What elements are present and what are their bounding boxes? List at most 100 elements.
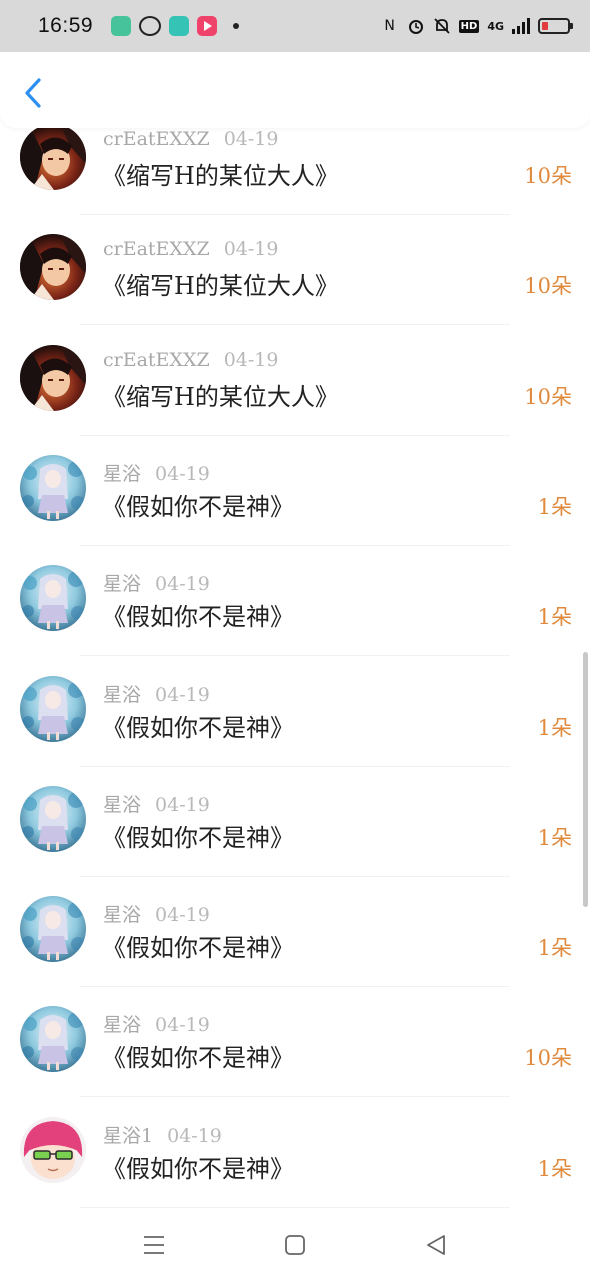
list-item[interactable]: crEatEXXZ 04-19 《缩写H的某位大人》 10朵 (0, 228, 590, 338)
work-title[interactable]: 《假如你不是神》 (102, 1038, 294, 1073)
divider (80, 876, 510, 877)
avatar-image (20, 124, 86, 190)
more-notifications-dot-icon (233, 23, 240, 29)
divider (80, 435, 510, 436)
avatar-image (20, 896, 86, 962)
username[interactable]: crEatEXXZ (103, 128, 210, 150)
username[interactable]: crEatEXXZ (103, 238, 210, 260)
divider (80, 655, 510, 656)
list-item[interactable]: 星浴 04-19 《假如你不是神》 1朵 (0, 449, 590, 559)
work-title[interactable]: 《假如你不是神》 (102, 708, 294, 743)
work-title[interactable]: 《假如你不是神》 (102, 818, 294, 853)
work-title[interactable]: 《缩写H的某位大人》 (102, 266, 339, 301)
work-title[interactable]: 《假如你不是神》 (102, 928, 294, 963)
status-time: 16:59 (38, 14, 94, 37)
avatar[interactable] (20, 565, 86, 631)
avatar[interactable] (20, 1117, 86, 1183)
scrollbar[interactable] (583, 652, 588, 907)
row-user-line: 星浴 04-19 (103, 680, 210, 707)
notification-icons (111, 16, 240, 36)
username[interactable]: 星浴 (103, 1014, 141, 1036)
home-button[interactable] (275, 1228, 315, 1262)
triangle-back-icon (427, 1235, 445, 1255)
video-notification-icon (197, 16, 218, 36)
row-user-line: crEatEXXZ 04-19 (103, 349, 278, 371)
date: 04-19 (155, 1014, 210, 1036)
gift-count: 1朵 (537, 716, 572, 740)
list-item[interactable]: 星浴 04-19 《假如你不是神》 1朵 (0, 670, 590, 780)
gift-count: 10朵 (524, 1046, 572, 1070)
network-type: 4G (487, 19, 504, 33)
gift-count: 1朵 (537, 1157, 572, 1181)
date: 04-19 (155, 684, 210, 706)
avatar[interactable] (20, 676, 86, 742)
work-title[interactable]: 《缩写H的某位大人》 (102, 156, 339, 191)
list-item[interactable]: 星浴 04-19 《假如你不是神》 10朵 (0, 1000, 590, 1110)
gift-list[interactable]: crEatEXXZ 04-19 《缩写H的某位大人》 10朵 crEatEXXZ 04-1… (0, 118, 590, 1210)
back-nav-button[interactable] (416, 1228, 456, 1262)
avatar-image (20, 786, 86, 852)
navigation-bar (0, 1210, 590, 1280)
gift-count: 1朵 (537, 495, 572, 519)
chevron-left-icon (25, 78, 41, 108)
list-item[interactable]: crEatEXXZ 04-19 《缩写H的某位大人》 10朵 (0, 118, 590, 228)
row-user-line: 星浴 04-19 (103, 790, 210, 817)
divider (80, 1096, 510, 1097)
list-item[interactable]: 星浴 04-19 《假如你不是神》 1朵 (0, 780, 590, 890)
list-item[interactable]: 星浴 04-19 《假如你不是神》 1朵 (0, 559, 590, 669)
nfc-icon: N (384, 18, 395, 34)
date: 04-19 (223, 128, 279, 150)
date: 04-19 (155, 463, 210, 485)
divider (80, 986, 510, 987)
username[interactable]: 星浴 (103, 794, 141, 816)
menu-button[interactable] (134, 1228, 174, 1262)
avatar[interactable] (20, 786, 86, 852)
avatar-image (20, 676, 86, 742)
username[interactable]: 星浴 (103, 573, 141, 595)
avatar[interactable] (20, 455, 86, 521)
list-item[interactable]: crEatEXXZ 04-19 《缩写H的某位大人》 10朵 (0, 339, 590, 449)
gift-count: 1朵 (537, 826, 572, 850)
avatar[interactable] (20, 124, 86, 190)
list-item[interactable]: 星浴 04-19 《假如你不是神》 1朵 (0, 890, 590, 1000)
username[interactable]: 星浴 (103, 904, 141, 926)
avatar-image (20, 565, 86, 631)
date: 04-19 (155, 794, 210, 816)
username[interactable]: 星浴1 (103, 1125, 153, 1147)
divider (80, 1207, 510, 1208)
date: 04-19 (167, 1125, 222, 1147)
username[interactable]: crEatEXXZ (103, 349, 210, 371)
username[interactable]: 星浴 (103, 463, 141, 485)
gift-count: 10朵 (524, 274, 572, 298)
avatar[interactable] (20, 345, 86, 411)
gift-count: 10朵 (524, 164, 572, 188)
work-title[interactable]: 《假如你不是神》 (102, 597, 294, 632)
avatar[interactable] (20, 234, 86, 300)
work-title[interactable]: 《假如你不是神》 (102, 1149, 294, 1184)
avatar-image (20, 234, 86, 300)
app-notification-icon (111, 16, 132, 36)
username[interactable]: 星浴 (103, 684, 141, 706)
avatar-image (20, 1006, 86, 1072)
avatar[interactable] (20, 1006, 86, 1072)
work-title[interactable]: 《缩写H的某位大人》 (102, 377, 339, 412)
row-user-line: 星浴 04-19 (103, 900, 210, 927)
avatar-image (20, 455, 86, 521)
mute-bell-icon (433, 17, 451, 35)
divider (80, 324, 510, 325)
gift-count: 1朵 (537, 936, 572, 960)
divider (80, 214, 510, 215)
status-bar: 16:59 N HD 4G (0, 0, 590, 52)
list-item[interactable]: 星浴1 04-19 《假如你不是神》 1朵 (0, 1111, 590, 1210)
gift-count: 1朵 (537, 605, 572, 629)
row-user-line: crEatEXXZ 04-19 (103, 128, 278, 150)
date: 04-19 (223, 349, 279, 371)
avatar[interactable] (20, 896, 86, 962)
app-notification-icon (169, 16, 190, 36)
chat-notification-icon (139, 16, 162, 36)
date: 04-19 (155, 573, 210, 595)
back-button[interactable] (18, 76, 48, 110)
date: 04-19 (155, 904, 210, 926)
work-title[interactable]: 《假如你不是神》 (102, 487, 294, 522)
row-user-line: 星浴 04-19 (103, 569, 210, 596)
